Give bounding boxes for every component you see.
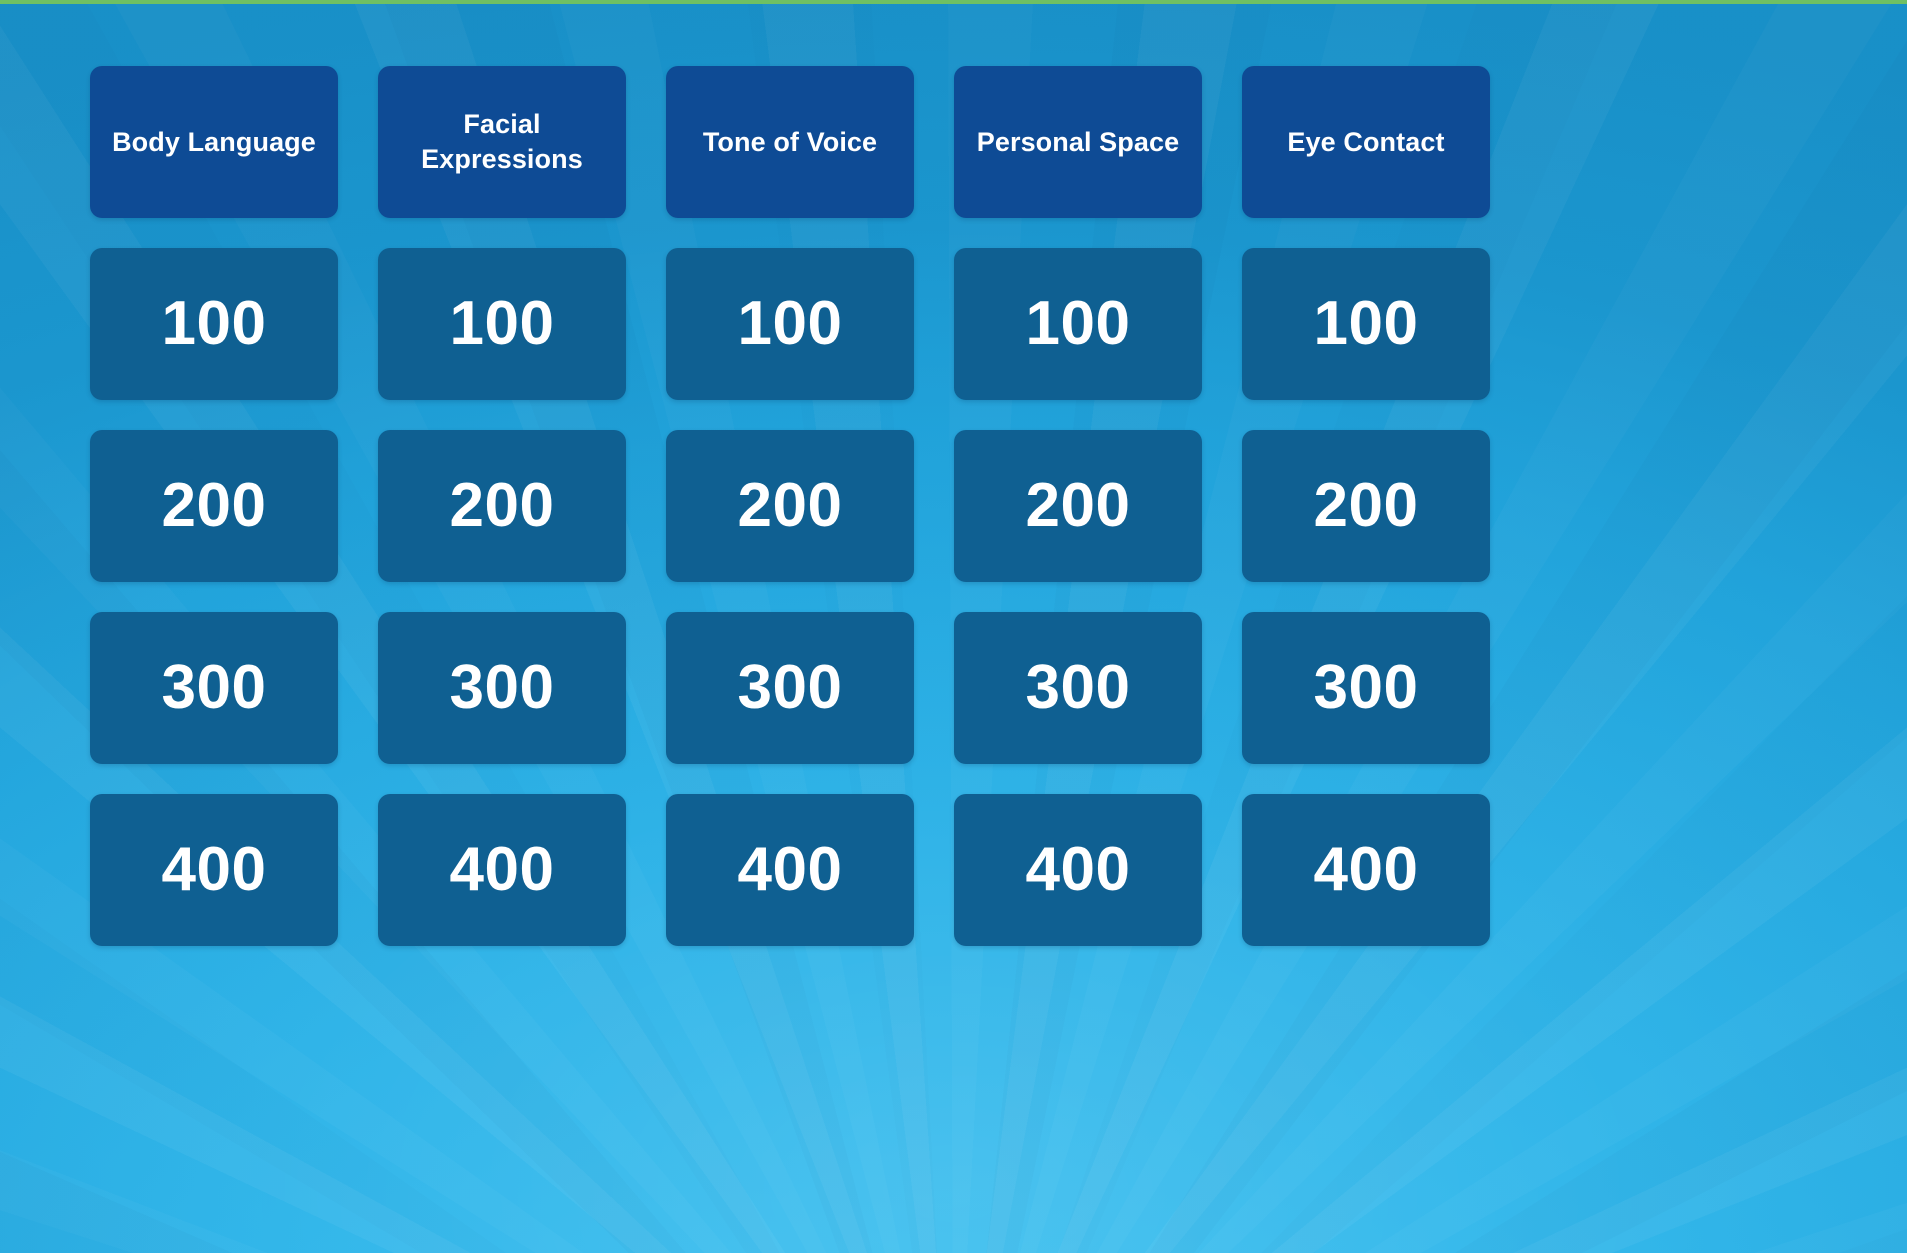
clue-value: 300 — [1313, 653, 1419, 722]
clue-value: 300 — [449, 653, 555, 722]
clue-value: 200 — [161, 471, 267, 540]
clue-tile[interactable]: 200 — [666, 430, 914, 582]
clue-tile[interactable]: 200 — [954, 430, 1202, 582]
clue-value: 100 — [1313, 289, 1419, 358]
clue-tile[interactable]: 400 — [90, 794, 338, 946]
clue-value: 400 — [737, 835, 843, 904]
clue-tile[interactable]: 100 — [954, 248, 1202, 400]
top-accent-bar — [0, 0, 1907, 4]
game-board-grid: Body Language Facial Expressions Tone of… — [90, 66, 1490, 946]
clue-value: 100 — [449, 289, 555, 358]
category-label: Facial Expressions — [421, 109, 583, 174]
clue-tile[interactable]: 200 — [378, 430, 626, 582]
clue-value: 300 — [737, 653, 843, 722]
clue-tile[interactable]: 300 — [954, 612, 1202, 764]
category-label: Tone of Voice — [702, 126, 878, 157]
clue-tile[interactable]: 100 — [90, 248, 338, 400]
clue-tile[interactable]: 100 — [1242, 248, 1490, 400]
clue-value: 400 — [1025, 835, 1131, 904]
clue-tile[interactable]: 300 — [90, 612, 338, 764]
category-label: Personal Space — [976, 126, 1180, 157]
clue-tile[interactable]: 100 — [666, 248, 914, 400]
clue-tile[interactable]: 300 — [1242, 612, 1490, 764]
category-header-tone-of-voice[interactable]: Tone of Voice — [666, 66, 914, 218]
clue-tile[interactable]: 200 — [90, 430, 338, 582]
clue-tile[interactable]: 300 — [666, 612, 914, 764]
clue-tile[interactable]: 300 — [378, 612, 626, 764]
clue-value: 400 — [161, 835, 267, 904]
clue-tile[interactable]: 400 — [954, 794, 1202, 946]
clue-value: 300 — [161, 653, 267, 722]
clue-value: 100 — [1025, 289, 1131, 358]
clue-value: 100 — [737, 289, 843, 358]
clue-value: 400 — [449, 835, 555, 904]
clue-value: 100 — [161, 289, 267, 358]
clue-tile[interactable]: 400 — [378, 794, 626, 946]
category-header-personal-space[interactable]: Personal Space — [954, 66, 1202, 218]
clue-tile[interactable]: 100 — [378, 248, 626, 400]
clue-value: 200 — [449, 471, 555, 540]
clue-value: 200 — [1025, 471, 1131, 540]
category-header-body-language[interactable]: Body Language — [90, 66, 338, 218]
clue-tile[interactable]: 200 — [1242, 430, 1490, 582]
clue-tile[interactable]: 400 — [666, 794, 914, 946]
clue-value: 300 — [1025, 653, 1131, 722]
category-label: Body Language — [112, 126, 316, 157]
clue-tile[interactable]: 400 — [1242, 794, 1490, 946]
category-header-facial-expressions[interactable]: Facial Expressions — [378, 66, 626, 218]
clue-value: 200 — [1313, 471, 1419, 540]
category-label: Eye Contact — [1287, 126, 1445, 157]
jeopardy-board-viewport: Body Language Facial Expressions Tone of… — [0, 0, 1907, 1253]
category-header-eye-contact[interactable]: Eye Contact — [1242, 66, 1490, 218]
clue-value: 400 — [1313, 835, 1419, 904]
clue-value: 200 — [737, 471, 843, 540]
